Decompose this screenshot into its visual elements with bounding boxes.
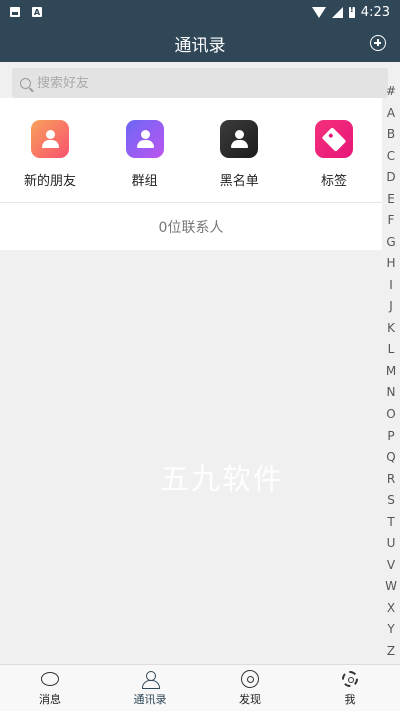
index-letter[interactable]: G [386,236,395,248]
groups-button[interactable]: 群组 [105,120,185,202]
nav-label: 通讯录 [133,692,167,706]
nav-contacts[interactable]: 通讯录 [100,670,200,707]
shortcut-label: 标签 [320,174,347,189]
shortcut-label: 群组 [131,174,158,189]
index-letter[interactable]: Y [387,623,394,635]
index-letter[interactable]: F [388,214,395,226]
add-circle-icon[interactable] [370,35,386,51]
status-bar: A 4:23 [0,0,400,24]
index-letter[interactable]: I [389,279,393,291]
index-letter[interactable]: B [387,128,395,140]
settings-icon [340,670,360,688]
index-letter[interactable]: W [385,580,397,592]
nav-label: 我 [344,692,356,706]
index-letter[interactable]: C [387,150,395,162]
index-letter[interactable]: Z [387,645,395,657]
discover-icon [240,669,260,688]
search-input[interactable] [37,75,337,91]
index-letter[interactable]: A [387,107,395,119]
watermark: 五九软件 [160,462,285,496]
index-letter[interactable]: # [386,85,396,97]
index-letter[interactable]: T [387,516,394,528]
bottom-nav: 消息 通讯录 发现 我 [0,664,400,711]
group-icon [125,120,164,158]
index-letter[interactable]: D [386,171,395,183]
contacts-icon [140,670,160,689]
nav-discover[interactable]: 发现 [200,669,300,707]
index-letter[interactable]: U [387,537,396,549]
index-letter[interactable]: E [387,193,395,205]
message-icon [40,670,60,688]
search-icon [20,77,31,89]
index-letter[interactable]: R [387,473,395,485]
contact-count-text: 0位联系人 [158,219,224,236]
shortcut-label: 黑名单 [219,174,259,189]
signal-icon [331,6,343,18]
battery-alert-icon [348,5,355,18]
index-letter[interactable]: O [386,408,395,420]
nav-me[interactable]: 我 [300,670,400,707]
index-letter[interactable]: X [387,602,395,614]
index-letter[interactable]: Q [386,451,395,463]
contact-count: 0位联系人 [0,203,382,250]
a-icon: A [32,7,42,17]
index-letter[interactable]: K [387,322,395,334]
title-bar: 通讯录 [0,24,400,62]
index-letter[interactable]: P [387,430,394,442]
index-letter[interactable]: H [386,257,395,269]
search-bar [0,62,388,98]
index-letter[interactable]: J [389,300,393,312]
blacklist-button[interactable]: 黑名单 [199,120,279,202]
shortcut-row: 新的朋友 群组 黑名单 标签 [0,98,382,202]
new-friends-button[interactable]: 新的朋友 [10,120,90,202]
search-box[interactable] [12,68,388,98]
shortcut-label: 新的朋友 [23,174,76,189]
new-friend-icon [31,120,69,158]
image-icon [10,7,20,17]
wifi-icon [311,6,326,18]
nav-label: 发现 [239,692,261,706]
tags-button[interactable]: 标签 [294,120,374,202]
index-letter[interactable]: V [387,559,395,571]
tag-icon [314,120,353,158]
index-letter[interactable]: S [387,494,395,506]
alphabet-index[interactable]: # A B C D E F G H I J K L M N O P Q R S T U V W X Y Z [382,85,400,657]
index-letter[interactable]: N [387,386,396,398]
page-title: 通讯录 [174,35,226,56]
status-time: 4:23 [360,4,390,20]
blacklist-icon [220,120,259,158]
index-letter[interactable]: L [388,343,395,355]
nav-label: 消息 [39,692,61,706]
index-letter[interactable]: M [386,365,396,377]
nav-messages[interactable]: 消息 [0,670,100,707]
